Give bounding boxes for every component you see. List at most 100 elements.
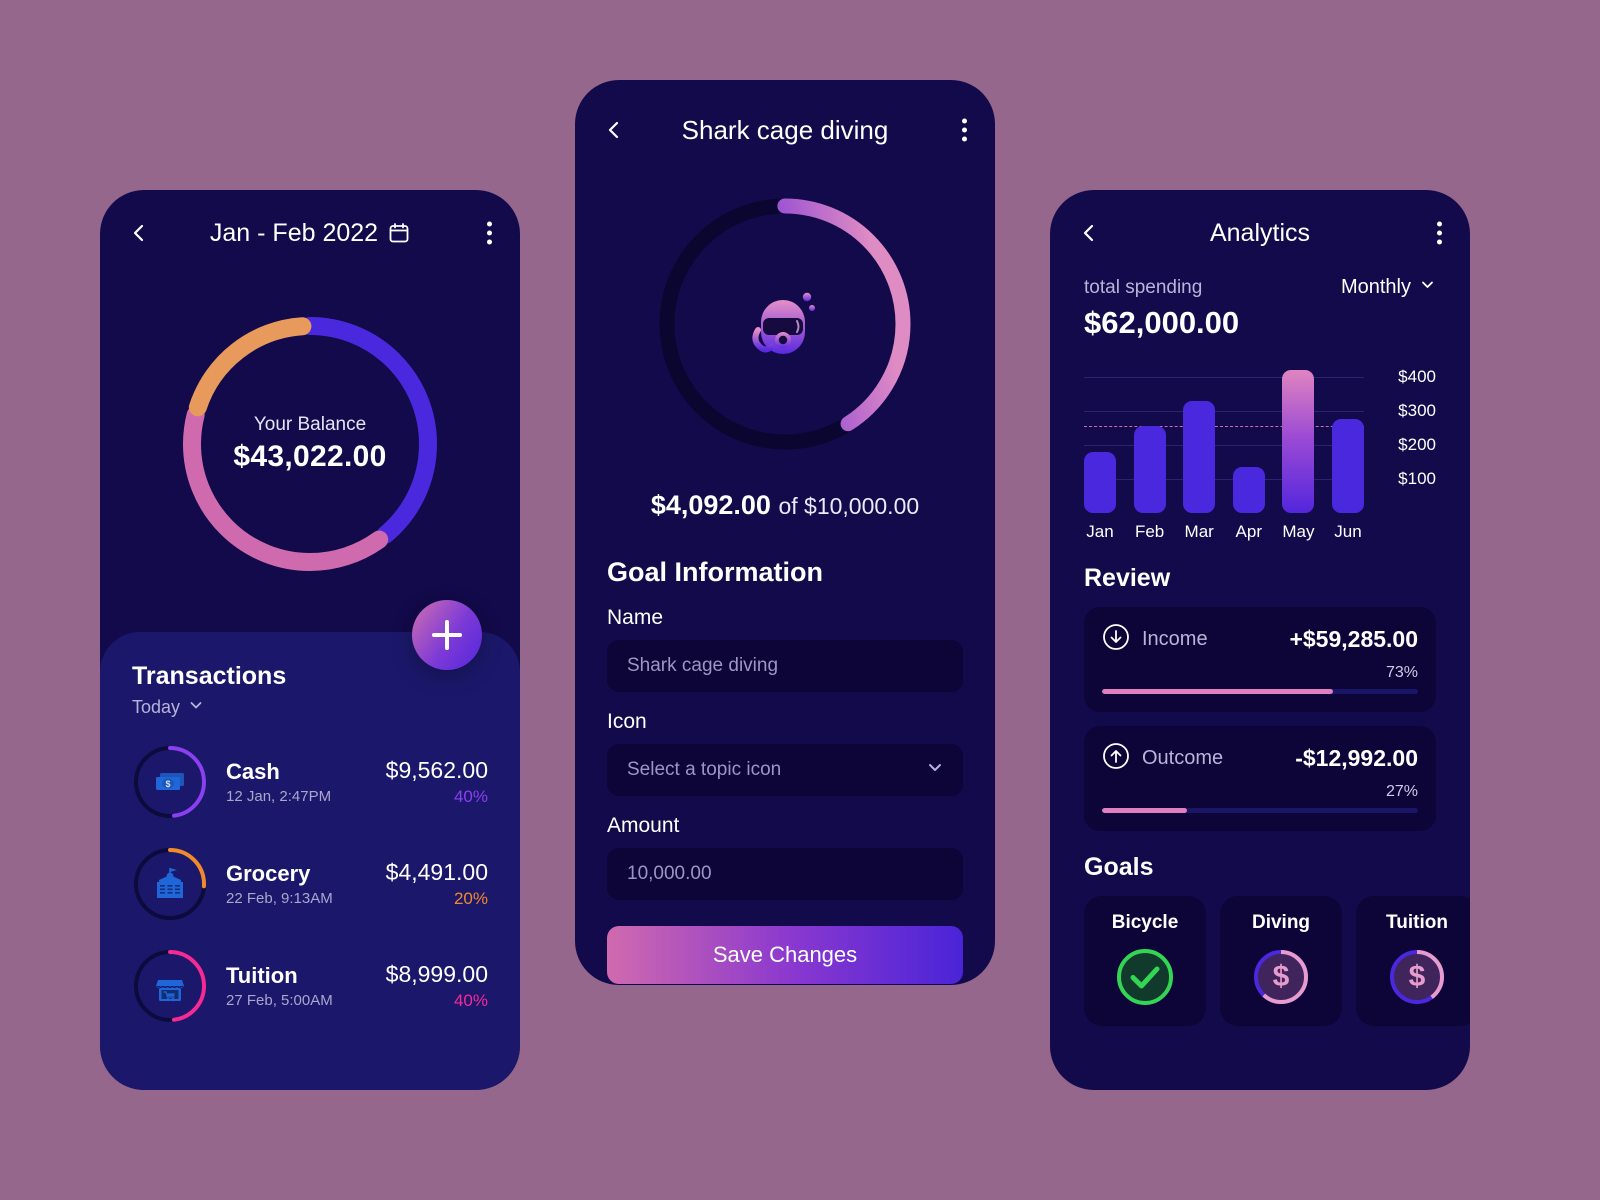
income-percent: 73% [1385,664,1418,681]
chart-bar[interactable] [1084,451,1116,513]
balance-screen: Jan - Feb 2022 Your Balance $43,022.00 T… [100,190,520,1090]
transactions-list: $ Cash 12 Jan, 2:47PM $9,562.00 40% Groc… [132,744,488,1024]
outcome-amount: -$12,992.00 [1295,745,1418,771]
chart-x-tick-label: Mar [1184,522,1214,541]
transaction-date: 27 Feb, 5:00AM [226,992,333,1009]
chart-bar[interactable] [1133,426,1166,513]
chevron-down-icon [1419,276,1436,299]
balance-topbar: Jan - Feb 2022 [100,190,520,276]
goal-card-bicycle[interactable]: Bicycle [1084,896,1206,1026]
outcome-progress-track [1102,808,1418,813]
outcome-label: Outcome [1142,747,1224,769]
table-row[interactable]: Grocery 22 Feb, 9:13AM $4,491.00 20% [132,846,488,922]
back-icon[interactable] [128,222,150,244]
balance-label: Your Balance [253,414,367,435]
kebab-menu-icon[interactable] [962,118,967,142]
transaction-percent: 40% [453,787,488,806]
goal-amount-row: $4,092.00 of $10,000.00 [575,490,995,521]
calendar-icon[interactable] [388,222,410,244]
banknote-icon: $ [132,744,208,820]
outcome-progress-fill [1102,808,1188,813]
goals-title: Goals [1084,853,1154,881]
chart-x-tick-label: Jan [1086,522,1114,541]
chart-x-tick-label: Jun [1334,522,1362,541]
transaction-amount: $9,562.00 [385,757,488,783]
goal-target-amount: of $10,000.00 [778,493,920,519]
goal-card-label: Tuition [1386,912,1448,933]
dollar-symbol: $ [1408,960,1426,993]
transaction-percent: 40% [453,991,488,1010]
goal-card-label: Bicycle [1111,912,1179,933]
review-title: Review [1084,564,1171,592]
transaction-name: Grocery [226,861,311,886]
dollar-circle-icon: $ [1386,946,1448,1008]
goal-information-form: Goal Information Name Shark cage diving … [575,557,995,984]
kebab-menu-icon[interactable] [1437,221,1442,245]
school-building-icon [132,846,208,922]
goal-saved-amount: $4,092.00 [650,490,771,520]
check-circle-icon [1114,946,1176,1008]
chart-bar[interactable] [1282,369,1315,513]
amount-field-value: 10,000.00 [627,863,712,884]
goal-card-tuition[interactable]: Tuition $ [1356,896,1470,1026]
chart-x-axis: Jan Feb Mar Apr May Jun [1084,522,1436,542]
transaction-date: 12 Jan, 2:47PM [226,788,332,805]
goal-card-diving[interactable]: Diving $ [1220,896,1342,1026]
spending-header: total spending Monthly [1084,276,1436,299]
table-row[interactable]: Tuition 27 Feb, 5:00AM $8,999.00 40% [132,948,488,1024]
add-transaction-button[interactable] [412,600,482,670]
chart-bar[interactable] [1183,400,1216,513]
chart-y-tick-label: $200 [1398,434,1436,454]
page-title: Shark cage diving [681,114,889,145]
income-card[interactable]: Income +$59,285.00 73% [1084,607,1436,712]
chevron-down-icon [925,758,945,783]
chart-x-tick-label: May [1282,522,1315,541]
icon-select-value: Select a topic icon [627,759,782,780]
storefront-icon [132,948,208,1024]
chart-y-tick-label: $100 [1398,468,1436,488]
form-section-title: Goal Information [607,557,823,587]
table-row[interactable]: $ Cash 12 Jan, 2:47PM $9,562.00 40% [132,744,488,820]
period-label: Monthly [1340,276,1411,298]
chart-y-tick-label: $400 [1398,366,1436,386]
chart-bar[interactable] [1331,419,1364,513]
transaction-date: 22 Feb, 9:13AM [226,890,333,907]
arrow-up-circle-icon [1102,742,1130,775]
arrow-down-circle-icon [1102,623,1130,656]
income-label: Income [1142,628,1208,650]
spending-label: total spending [1084,276,1203,298]
donut-center-label: Your Balance $43,022.00 [178,312,442,576]
chart-bars [1084,363,1364,513]
balance-title-text: Jan - Feb 2022 [209,218,379,247]
outcome-percent: 27% [1385,783,1418,800]
name-field-label: Name [607,606,664,629]
chart-x-tick-label: Apr [1235,522,1263,541]
balance-value: $43,022.00 [233,440,387,473]
income-progress-track [1102,689,1418,694]
spending-bar-chart: $400 $300 $200 $100 [1084,363,1436,513]
icon-field-label: Icon [607,710,647,733]
save-changes-button[interactable]: Save Changes [607,926,963,984]
back-icon[interactable] [603,119,625,141]
page-title: Analytics [1209,218,1311,247]
transaction-amount: $8,999.00 [385,961,488,987]
chart-y-axis: $400 $300 $200 $100 [1366,363,1436,513]
chart-bar[interactable] [1232,466,1265,513]
back-icon[interactable] [1078,222,1100,244]
income-progress-fill [1102,689,1333,694]
amount-field[interactable]: 10,000.00 [607,848,963,900]
svg-text:$: $ [165,779,170,789]
kebab-menu-icon[interactable] [487,221,492,245]
transactions-filter[interactable]: Today [132,697,204,718]
outcome-card[interactable]: Outcome -$12,992.00 27% [1084,726,1436,831]
goal-card-label: Diving [1251,912,1311,933]
analytics-screen: Analytics total spending Monthly $62,000… [1050,190,1470,1090]
period-selector[interactable]: Monthly [1341,276,1436,299]
goal-topbar: Shark cage diving [575,80,995,180]
transactions-filter-label: Today [132,697,181,717]
icon-select[interactable]: Select a topic icon [607,744,963,796]
balance-donut-chart: Your Balance $43,022.00 [178,312,442,576]
transaction-ring [132,948,208,1024]
name-field[interactable]: Shark cage diving [607,640,963,692]
transaction-name: Tuition [226,963,298,988]
